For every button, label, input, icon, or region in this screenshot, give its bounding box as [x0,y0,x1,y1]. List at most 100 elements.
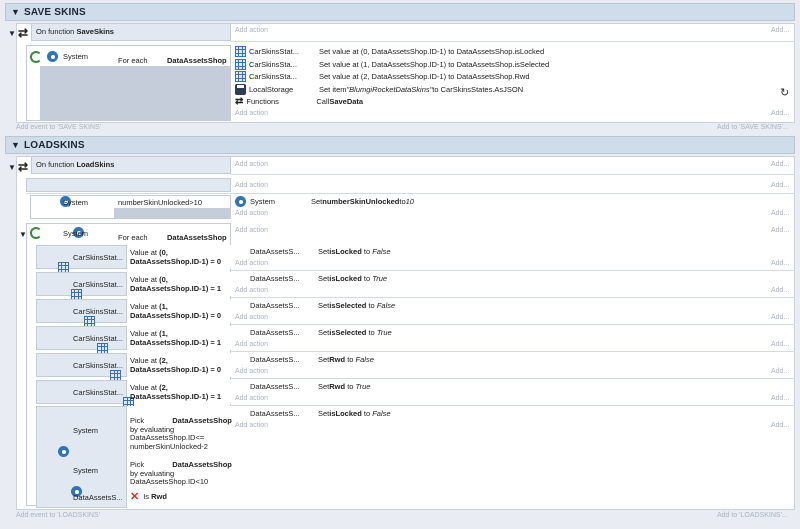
functions-icon: ⇄ [235,95,244,107]
action-object: CarSkinsSta... [249,72,297,81]
add-event-link[interactable]: Add event to 'LOADSKINS' [16,512,100,519]
condition-empty-area [40,66,231,121]
collapse-triangle-icon[interactable]: ▼ [8,163,16,172]
action-row[interactable]: DataAssetsS... Set Rwd to False [235,354,374,365]
collapse-triangle-icon[interactable]: ▼ [11,7,20,17]
add-more-link[interactable]: Add... [771,260,789,267]
add-event-link[interactable]: Add event to 'SAVE SKINS' [16,124,101,131]
system-label: System [73,466,99,475]
add-more-link[interactable]: Add... [771,27,789,34]
action-row[interactable]: DataAssetsS... Set isSelected to True [235,327,392,338]
condition-on-function[interactable]: On function SaveSkins [31,23,231,41]
value-expression: DataAssetsShop.ID-1) = 1 [130,338,222,347]
add-more-link[interactable]: Add... [771,368,789,375]
group-header-loadskins[interactable]: ▼ LOADSKINS [5,136,795,154]
add-more-link[interactable]: Add... [771,182,789,189]
action-object: DataAssetsS... [250,355,300,364]
action-object: Functions [246,97,279,106]
compare-variable-condition: numberSkinUnlocked>10 [118,198,203,207]
system-gear-icon [235,196,246,207]
condition-object: CarSkinsStat... [73,388,124,397]
add-more-link[interactable]: Add... [771,110,789,117]
pick-label: Pick [130,460,145,469]
add-action-link[interactable]: Add action [235,110,268,117]
action-row[interactable]: LocalStorage Set item "BlumgiRocketDataS… [235,84,523,95]
refresh-icon[interactable]: ↻ [780,86,789,99]
collapse-triangle-icon[interactable]: ▼ [8,29,16,38]
add-action-link[interactable]: Add action [235,422,268,429]
pick-by-evaluating-condition[interactable]: Pick DataAssetsShop by evaluating DataAs… [130,416,232,451]
add-action-link[interactable]: Add action [235,314,268,321]
value-at-text: Value at (0, DataAssetsShop.ID-1) = 1 [130,275,222,293]
action-row[interactable]: DataAssetsS... Set isLocked to True [235,273,387,284]
add-to-group-link[interactable]: Add to 'SAVE SKINS'... [717,124,789,131]
action-row[interactable]: DataAssetsS... Set isLocked to False [235,246,391,257]
add-action-link[interactable]: Add action [235,395,268,402]
add-more-link[interactable]: Add... [771,287,789,294]
value-expression: DataAssetsShop.ID-1) = 0 [130,257,222,266]
for-each-object: DataAssetsShop [167,56,227,65]
add-action-link[interactable]: Add action [235,210,268,217]
array-grid-icon [235,71,246,82]
add-to-group-link[interactable]: Add to 'LOADSKINS'... [717,512,788,519]
action-text-bold: isLocked [329,409,362,418]
value-expression: DataAssetsShop.ID-1) = 0 [130,311,222,320]
system-label: System [63,52,89,61]
action-row[interactable]: CarSkinsStat... Set value at (0, DataAss… [235,46,544,57]
collapse-triangle-icon[interactable]: ▼ [11,140,20,150]
action-row[interactable]: CarSkinsSta... Set value at (1, DataAsse… [235,59,549,70]
subevent-empty[interactable] [26,178,231,192]
action-row[interactable]: DataAssetsS... Set Rwd to True [235,381,370,392]
add-more-link[interactable]: Add... [771,395,789,402]
add-action-link[interactable]: Add action [235,27,268,34]
action-text-italic: True [372,274,388,283]
action-object: DataAssetsS... [250,274,300,283]
add-more-link[interactable]: Add... [771,422,789,429]
system-label: System [73,426,99,435]
value-at-label: Value at [130,248,157,257]
value-at-text: Value at (2, DataAssetsShop.ID-1) = 1 [130,383,222,401]
value-index: 0 [161,275,166,284]
add-more-link[interactable]: Add... [771,227,789,234]
action-object: DataAssetsS... [250,247,300,256]
action-row[interactable]: CarSkinsSta... Set value at (2, DataAsse… [235,71,530,82]
function-name: LoadSkins [76,160,115,169]
add-action-link[interactable]: Add action [235,227,268,234]
add-more-link[interactable]: Add... [771,161,789,168]
value-index: 2 [161,383,166,392]
action-text-prefix: Call [316,97,330,106]
add-action-link[interactable]: Add action [235,161,268,168]
group-header-save-skins[interactable]: ▼ SAVE SKINS [5,3,795,21]
is-rwd-condition[interactable]: ✕ Is Rwd [130,490,167,503]
add-action-link[interactable]: Add action [235,341,268,348]
action-text-italic: False [376,301,396,310]
action-row[interactable]: System Set numberSkinUnlocked to 10 [235,196,414,207]
pick-by-evaluating-condition[interactable]: Pick DataAssetsShop by evaluating DataAs… [130,460,232,487]
array-grid-icon [235,46,246,57]
add-more-link[interactable]: Add... [771,314,789,321]
add-action-link[interactable]: Add action [235,368,268,375]
value-at-text: Value at (0, DataAssetsShop.ID-1) = 0 [130,248,222,266]
group-title: LOADSKINS [24,140,85,151]
add-action-link[interactable]: Add action [235,260,268,267]
loop-icon [30,227,42,239]
add-more-link[interactable]: Add... [771,341,789,348]
add-action-link[interactable]: Add action [235,182,268,189]
action-row[interactable]: DataAssetsS... Set isLocked to False [235,408,391,419]
local-storage-icon [235,84,246,95]
action-text-suffix: to CarSkinsStates.AsJSON [432,85,524,94]
value-index: 0 [161,248,166,257]
function-name: SaveSkins [76,27,114,36]
action-row[interactable]: DataAssetsS... Set isSelected to False [235,300,395,311]
add-action-link[interactable]: Add action [235,287,268,294]
on-function-label: On function [36,160,75,169]
add-more-link[interactable]: Add... [771,210,789,217]
is-bold-value: Rwd [151,491,167,501]
condition-on-function[interactable]: On function LoadSkins [31,156,231,174]
action-object: DataAssetsS... [250,382,300,391]
value-at-label: Value at [130,383,157,392]
action-object: CarSkinsStat... [249,47,300,56]
pick-expression-cont: numberSkinUnlocked-2 [130,441,208,451]
system-gear-icon [58,446,69,457]
action-row[interactable]: ⇄ Functions Call SaveData [235,96,363,107]
